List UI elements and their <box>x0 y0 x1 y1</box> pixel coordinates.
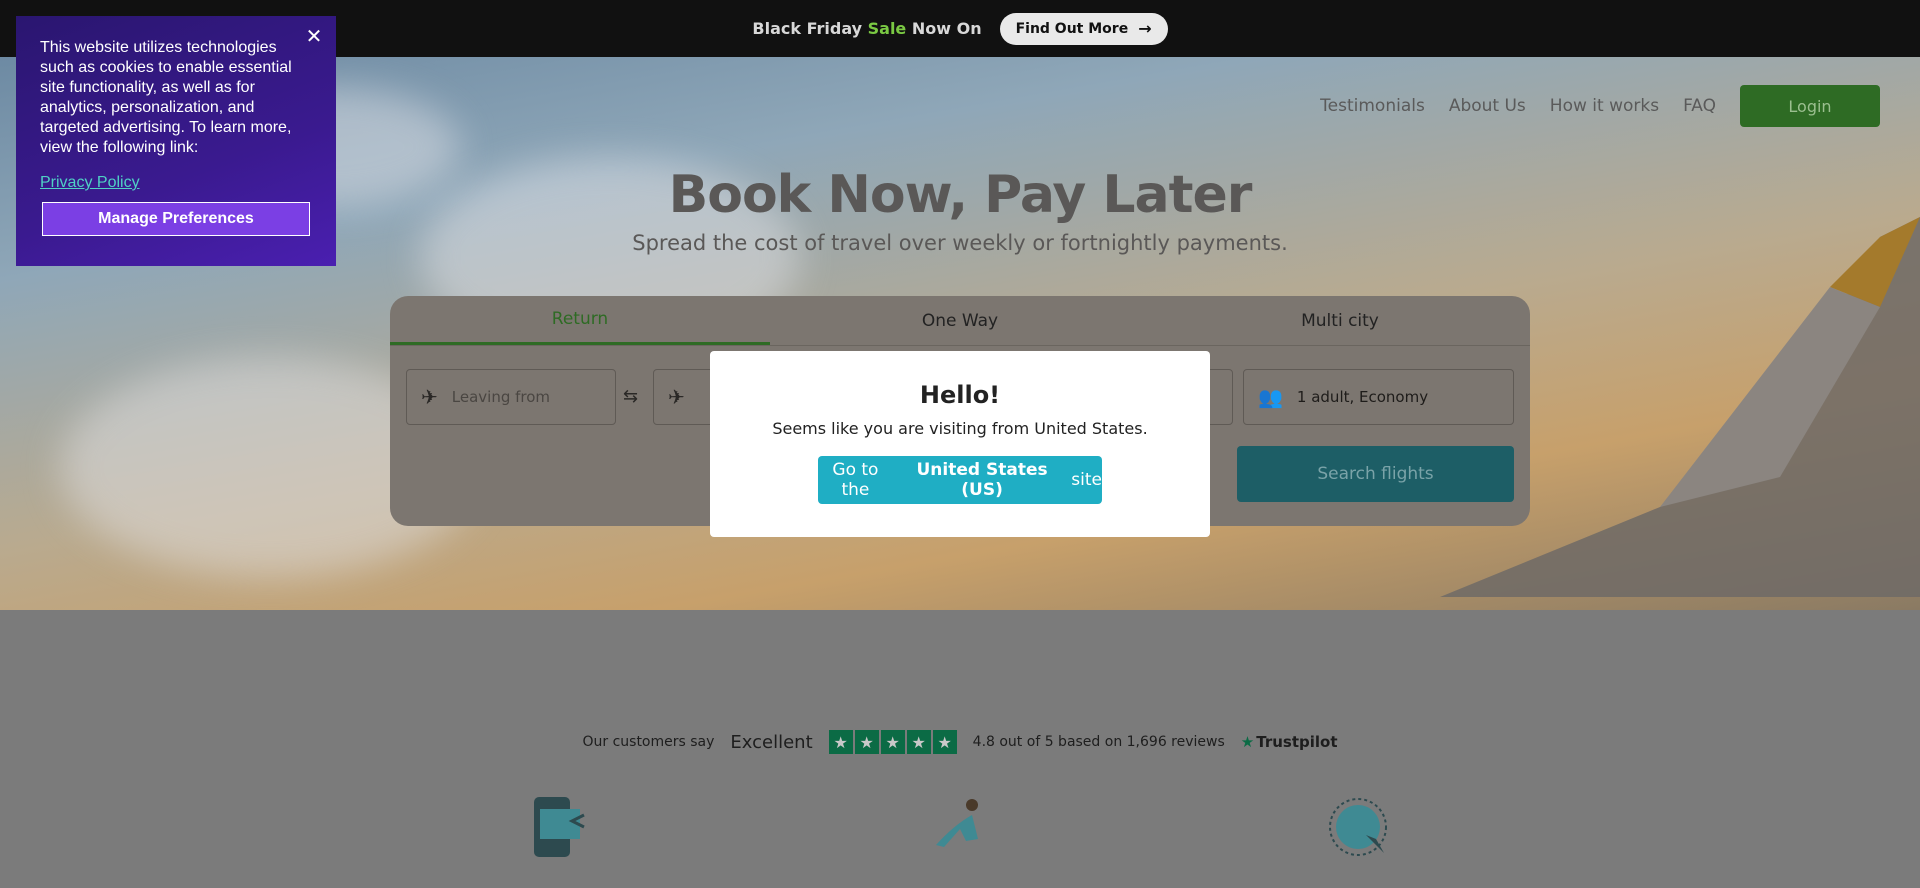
star-icon: ★ <box>932 730 957 754</box>
nav-about-us[interactable]: About Us <box>1449 96 1526 116</box>
login-button[interactable]: Login <box>1740 85 1880 127</box>
star-icon: ★ <box>854 730 879 754</box>
modal-text: Seems like you are visiting from United … <box>772 419 1148 438</box>
promo-text-before: Black Friday <box>752 19 868 38</box>
trustpilot-rating-word: Excellent <box>730 731 813 753</box>
trustpilot-say: Our customers say <box>582 734 715 750</box>
plane-landing-icon: ✈ <box>668 385 685 409</box>
trustpilot-stars: ★ ★ ★ ★ ★ <box>828 730 957 754</box>
nav-faq[interactable]: FAQ <box>1683 96 1716 116</box>
tab-multi-city[interactable]: Multi city <box>1150 296 1530 345</box>
go-to-us-site-button[interactable]: Go to the United States (US) site <box>818 456 1102 504</box>
phone-booking-icon <box>534 797 585 857</box>
modal-btn-suffix: site <box>1071 470 1102 490</box>
leaving-from-placeholder: Leaving from <box>451 388 551 406</box>
search-flights-button[interactable]: Search flights <box>1237 446 1514 502</box>
passengers-value: 1 adult, Economy <box>1296 388 1429 406</box>
main-nav: Testimonials About Us How it works FAQ L… <box>1320 85 1880 127</box>
relaxing-person-icon <box>936 799 978 847</box>
trustpilot-rating-text: 4.8 out of 5 based on 1,696 reviews <box>972 734 1225 750</box>
modal-btn-prefix: Go to the <box>832 460 879 500</box>
nav-how-it-works[interactable]: How it works <box>1550 96 1659 116</box>
modal-title: Hello! <box>919 381 1001 409</box>
manage-preferences-button[interactable]: Manage Preferences <box>42 202 310 236</box>
nav-testimonials[interactable]: Testimonials <box>1320 96 1425 116</box>
promo-text-after: Now On <box>906 19 982 38</box>
trustpilot-widget[interactable]: Our customers say Excellent ★ ★ ★ ★ ★ 4.… <box>0 730 1920 754</box>
promo-text-sale: Sale <box>867 19 907 38</box>
leaving-from-field[interactable]: ✈ Leaving from <box>406 369 616 425</box>
find-out-more-button[interactable]: Find Out More → <box>999 12 1168 45</box>
cookie-banner: ✕ This website utilizes technologies suc… <box>16 16 336 266</box>
close-icon[interactable]: ✕ <box>304 26 324 46</box>
tab-one-way[interactable]: One Way <box>770 296 1150 345</box>
plane-takeoff-icon: ✈ <box>421 385 438 409</box>
trustpilot-star-icon: ★ <box>1240 733 1255 751</box>
lower-section: Our customers say Excellent ★ ★ ★ ★ ★ 4.… <box>0 610 1920 888</box>
users-icon: 👥 <box>1258 385 1283 409</box>
star-icon: ★ <box>906 730 931 754</box>
star-icon: ★ <box>828 730 853 754</box>
find-out-more-label: Find Out More <box>1015 20 1129 37</box>
star-icon: ★ <box>880 730 905 754</box>
geo-redirect-modal: Hello! Seems like you are visiting from … <box>710 351 1210 537</box>
trip-type-tabs: Return One Way Multi city <box>390 296 1530 346</box>
arrow-right-icon: → <box>1138 19 1152 38</box>
privacy-policy-link[interactable]: Privacy Policy <box>40 174 312 192</box>
cookie-text: This website utilizes technologies such … <box>40 39 292 156</box>
swap-arrows-icon[interactable]: ⇆ <box>623 386 638 407</box>
trustpilot-logo-text: Trustpilot <box>1256 733 1338 751</box>
globe-plane-icon <box>1329 798 1387 856</box>
promo-text: Black Friday Sale Now On <box>752 19 981 38</box>
trustpilot-logo: ★ Trustpilot <box>1241 733 1338 751</box>
passengers-field[interactable]: 👥 1 adult, Economy <box>1243 369 1514 425</box>
tab-return[interactable]: Return <box>390 296 770 345</box>
modal-btn-country: United States (US) <box>916 460 1048 500</box>
